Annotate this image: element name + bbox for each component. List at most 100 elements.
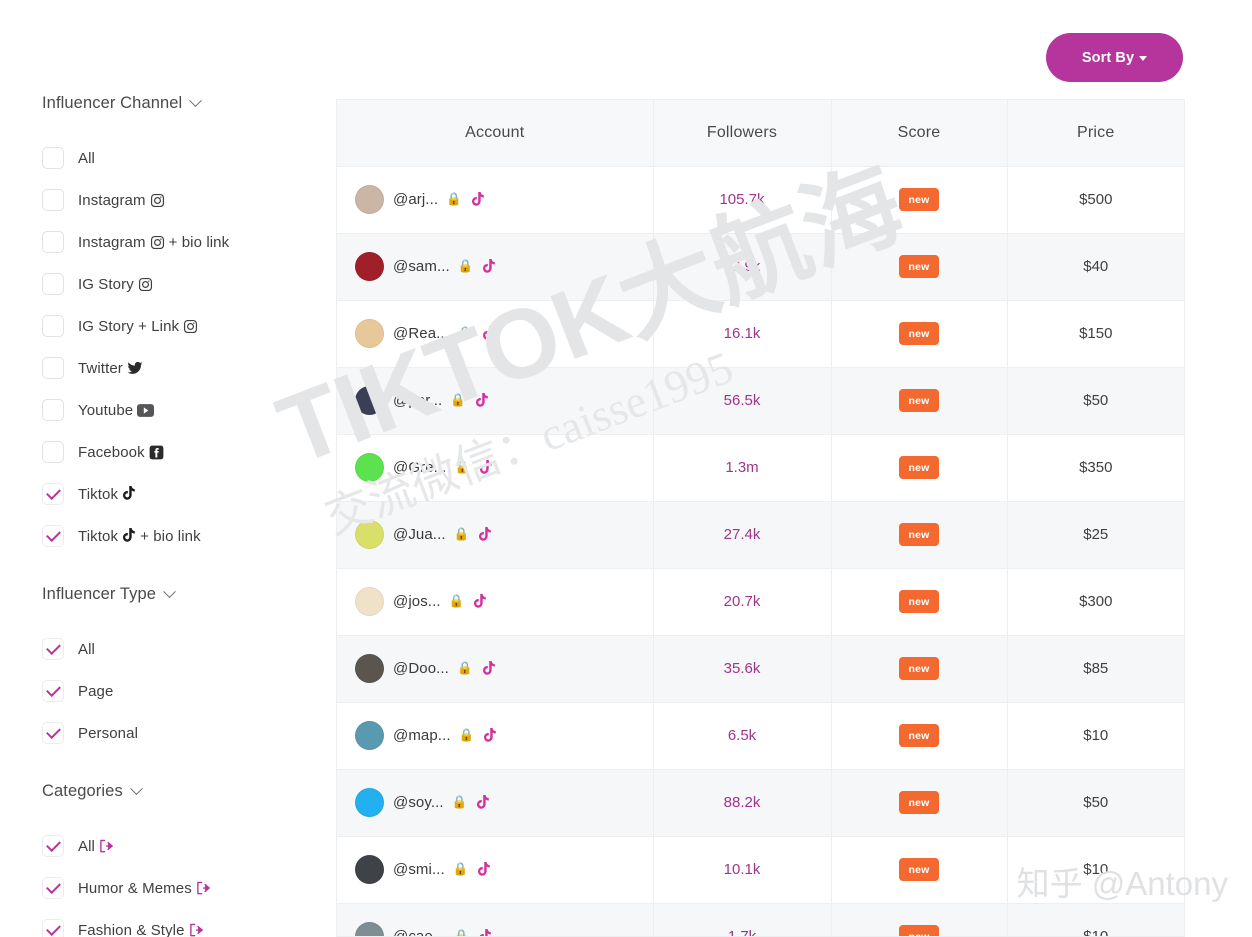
checkbox-checked[interactable] [42,722,64,744]
external-link-icon [196,881,211,895]
cell-account[interactable]: @Rea... 🔒 [337,300,654,368]
filter-option-text: Fashion & Style [78,921,185,937]
cell-price: $10 [1007,903,1184,936]
filter-option-label: IG Story [78,276,153,293]
table-row[interactable]: @arj... 🔒 105.7k new $500 [337,166,1184,234]
filter-option-ig-story[interactable]: IG Story [42,263,336,305]
facebook-icon [149,445,164,460]
filter-option-twitter[interactable]: Twitter [42,347,336,389]
filter-option-humor-memes[interactable]: Humor & Memes [42,867,336,909]
cell-account[interactable]: @cae... 🔒 [337,903,654,936]
cell-account[interactable]: @Doo... 🔒 [337,635,654,703]
filter-group-header-influencer-type[interactable]: Influencer Type [42,585,336,604]
cell-followers: 10.1k [653,836,832,904]
table-row[interactable]: @soy... 🔒 88.2k new $50 [337,769,1184,837]
filter-option-instagram[interactable]: Instagram + bio link [42,221,336,263]
cell-price: $350 [1007,434,1184,502]
filter-option-facebook[interactable]: Facebook [42,431,336,473]
filter-option-all[interactable]: All [42,137,336,179]
checkbox-unchecked[interactable] [42,147,64,169]
table-row[interactable]: @Rea... 🔒 16.1k new $150 [337,300,1184,368]
cell-account[interactable]: @map... 🔒 [337,702,654,770]
price-value: $85 [1083,660,1109,677]
sort-by-button[interactable]: Sort By [1046,33,1183,82]
filter-option-suffix: + bio link [168,233,230,251]
cell-score: new [831,501,1008,569]
account-info: @Rea... 🔒 [355,319,653,348]
filter-option-fashion-style[interactable]: Fashion & Style [42,909,336,937]
filter-option-instagram[interactable]: Instagram [42,179,336,221]
account-info: @sam... 🔒 [355,252,653,281]
filter-option-tiktok[interactable]: Tiktok [42,473,336,515]
column-header-score[interactable]: Score [831,100,1008,167]
cell-account[interactable]: @soy... 🔒 [337,769,654,837]
filter-option-tiktok[interactable]: Tiktok + bio link [42,515,336,557]
filter-option-personal[interactable]: Personal [42,712,336,754]
tiktok-icon [475,392,489,409]
cell-account[interactable]: @smi... 🔒 [337,836,654,904]
filter-option-youtube[interactable]: Youtube [42,389,336,431]
checkbox-unchecked[interactable] [42,315,64,337]
status-badge: new [899,723,939,748]
column-header-followers[interactable]: Followers [653,100,832,167]
filter-group-header-categories[interactable]: Categories [42,782,336,801]
filter-option-page[interactable]: Page [42,670,336,712]
checkbox-unchecked[interactable] [42,441,64,463]
lock-icon: 🔒 [456,661,473,676]
filter-group-header-influencer-channel[interactable]: Influencer Channel [42,94,336,113]
checkbox-unchecked[interactable] [42,357,64,379]
influencer-table: Account Followers Score Price @arj... 🔒 10… [337,100,1184,936]
tiktok-icon [122,486,136,502]
checkbox-unchecked[interactable] [42,399,64,421]
filter-option-all[interactable]: All [42,825,336,867]
cell-account[interactable]: @jos... 🔒 [337,568,654,636]
filter-option-text: Tiktok [78,527,119,545]
cell-account[interactable]: @sam... 🔒 [337,233,654,301]
avatar [355,855,384,884]
instagram-icon [150,193,165,208]
filter-option-all[interactable]: All [42,628,336,670]
cell-price: $10 [1007,836,1184,904]
checkbox-checked[interactable] [42,835,64,857]
lock-icon: 🔒 [453,527,470,542]
tiktok-icon [471,191,485,208]
checkbox-checked[interactable] [42,680,64,702]
column-header-account[interactable]: Account [337,100,654,167]
table-row[interactable]: @cae... 🔒 1.7k new $10 [337,903,1184,936]
filter-option-ig-story-link[interactable]: IG Story + Link [42,305,336,347]
checkbox-unchecked[interactable] [42,189,64,211]
cell-account[interactable]: @Gre... 🔒 [337,434,654,502]
cell-followers: 56.5k [653,367,832,435]
table-row[interactable]: @jos... 🔒 20.7k new $300 [337,568,1184,636]
cell-account[interactable]: @Jua... 🔒 [337,501,654,569]
checkbox-checked[interactable] [42,525,64,547]
table-row[interactable]: @Gre... 🔒 1.3m new $350 [337,434,1184,502]
status-badge: new [899,254,939,279]
table-row[interactable]: @Jua... 🔒 27.4k new $25 [337,501,1184,569]
status-badge: new [899,589,939,614]
filter-option-label: Personal [78,725,138,742]
table-row[interactable]: @sam... 🔒 33.9k new $40 [337,233,1184,301]
checkbox-checked[interactable] [42,877,64,899]
cell-account[interactable]: @ppr... 🔒 [337,367,654,435]
filter-option-label: All [78,150,95,167]
table-row[interactable]: @smi... 🔒 10.1k new $10 [337,836,1184,904]
table-row[interactable]: @map... 🔒 6.5k new $10 [337,702,1184,770]
checkbox-unchecked[interactable] [42,231,64,253]
checkbox-checked[interactable] [42,483,64,505]
cell-followers: 27.4k [653,501,832,569]
tiktok-icon [482,258,496,275]
account-info: @cae... 🔒 [355,922,653,936]
table-row[interactable]: @ppr... 🔒 56.5k new $50 [337,367,1184,435]
checkbox-checked[interactable] [42,919,64,937]
lock-icon: 🔒 [457,259,474,274]
price-value: $50 [1083,794,1109,811]
cell-score: new [831,434,1008,502]
cell-account[interactable]: @arj... 🔒 [337,166,654,234]
checkbox-checked[interactable] [42,638,64,660]
checkbox-unchecked[interactable] [42,273,64,295]
column-header-price[interactable]: Price [1007,100,1184,167]
filter-option-text: Humor & Memes [78,879,192,897]
table-row[interactable]: @Doo... 🔒 35.6k new $85 [337,635,1184,703]
